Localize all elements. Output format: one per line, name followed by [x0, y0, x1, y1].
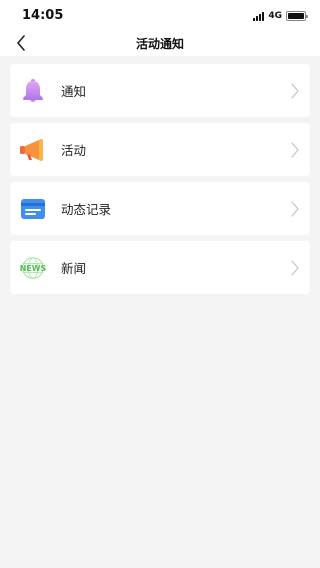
menu-item-label: 动态记录 [61, 202, 112, 217]
menu-item-label: 通知 [61, 84, 87, 99]
menu-item-news[interactable]: NEWS 新闻 [10, 241, 310, 294]
notification-menu-list: 通知 活动 动态记录 NEWS 新闻 [10, 64, 310, 294]
chevron-right-icon [291, 200, 299, 217]
megaphone-icon [19, 136, 47, 164]
card-icon [19, 195, 47, 223]
status-bar: 14:05 4G [0, 0, 320, 30]
news-icon-text: NEWS [20, 263, 47, 272]
menu-item-activity[interactable]: 活动 [10, 123, 310, 176]
news-icon: NEWS [19, 254, 47, 282]
menu-item-activity-log[interactable]: 动态记录 [10, 182, 310, 235]
page-title: 活动通知 [135, 37, 184, 51]
nav-bar: 活动通知 [0, 30, 320, 56]
chevron-right-icon [291, 141, 299, 158]
menu-item-notice[interactable]: 通知 [10, 64, 310, 117]
chevron-right-icon [291, 259, 299, 276]
network-label: 4G [268, 11, 282, 21]
bell-icon [19, 77, 47, 105]
battery-fill [288, 13, 304, 19]
status-time: 14:05 [22, 8, 64, 23]
signal-icon [253, 11, 265, 21]
chevron-right-icon [291, 82, 299, 99]
menu-item-label: 新闻 [61, 261, 87, 276]
menu-item-label: 活动 [61, 143, 87, 158]
battery-icon [286, 11, 308, 21]
status-indicators: 4G [253, 10, 308, 22]
